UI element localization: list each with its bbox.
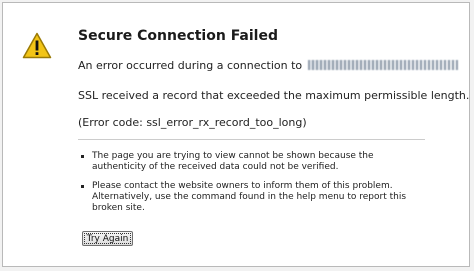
bullet-icon xyxy=(81,155,84,158)
try-again-button[interactable]: Try Again xyxy=(82,231,133,246)
list-item-text: The page you are trying to view cannot b… xyxy=(92,151,374,172)
divider xyxy=(78,139,425,140)
page-title: Secure Connection Failed xyxy=(78,28,278,44)
connection-error-text: An error occurred during a connection to xyxy=(78,59,303,72)
connection-error-message: An error occurred during a connection to xyxy=(78,59,458,72)
warning-icon xyxy=(22,32,52,59)
list-item-text: Please contact the website owners to inf… xyxy=(92,181,407,213)
list-item: Please contact the website owners to inf… xyxy=(81,181,421,214)
list-item: The page you are trying to view cannot b… xyxy=(81,151,421,173)
redacted-hostname xyxy=(307,60,458,70)
ssl-error-message: SSL received a record that exceeded the … xyxy=(78,89,470,102)
bullet-icon xyxy=(81,185,84,188)
error-code: (Error code: ssl_error_rx_record_too_lon… xyxy=(78,116,307,129)
error-page: Secure Connection Failed An error occurr… xyxy=(2,2,470,267)
error-details-list: The page you are trying to view cannot b… xyxy=(81,151,421,222)
